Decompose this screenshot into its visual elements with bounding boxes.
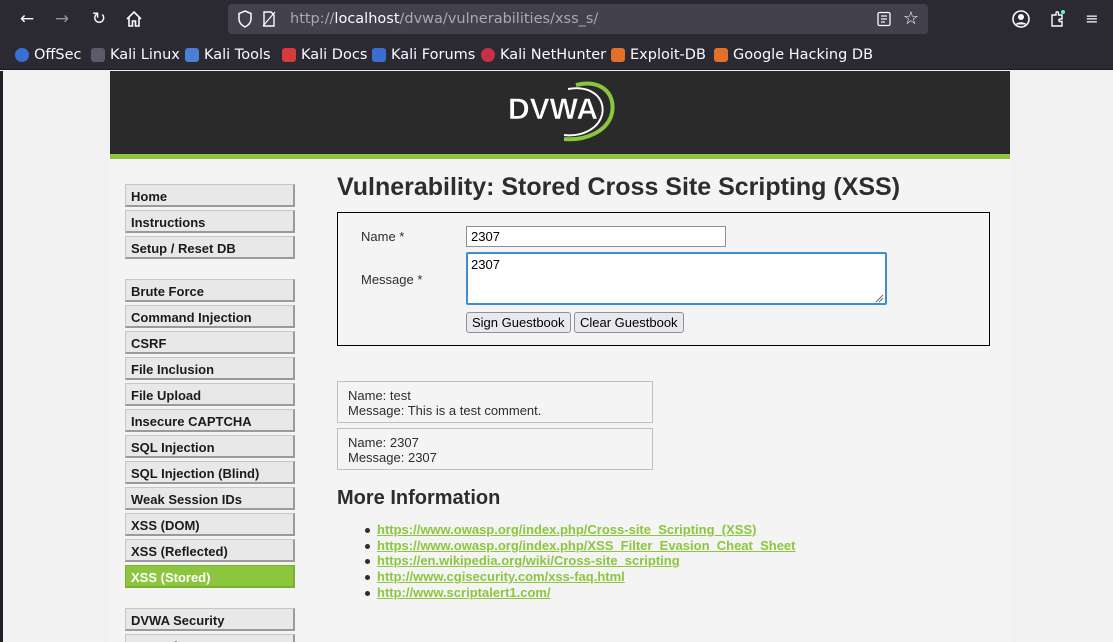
guestbook-entry: Name: test Message: This is a test comme… [337, 381, 653, 423]
message-label: Message * [361, 272, 423, 287]
list-item: https://www.owasp.org/index.php/Cross-si… [351, 522, 796, 538]
menu-item-csrf[interactable]: CSRF [125, 331, 295, 354]
entry-name: Name: 2307 [348, 435, 419, 450]
bookmark-label: OffSec [34, 47, 82, 63]
name-label: Name * [361, 229, 405, 244]
guestbook-form: Name * Message * 2307 Sign Guestbook Cle… [337, 212, 990, 346]
menu-item-dvwa-security[interactable]: DVWA Security [125, 608, 295, 631]
exploit-db-icon [611, 48, 625, 62]
back-arrow-icon[interactable]: ← [16, 8, 38, 30]
wikipedia-xss-link[interactable]: https://en.wikipedia.org/wiki/Cross-site… [377, 553, 680, 568]
offsec-icon [15, 48, 29, 62]
owasp-xss-link[interactable]: https://www.owasp.org/index.php/Cross-si… [377, 522, 756, 537]
more-info-links: https://www.owasp.org/index.php/Cross-si… [351, 522, 796, 601]
page-title: Vulnerability: Stored Cross Site Scripti… [337, 173, 901, 201]
bookmark-label: Kali Linux [110, 47, 180, 63]
dvwa-container: DVWA Home Instructions Setup / Reset DB … [110, 71, 1010, 642]
resize-grip-icon[interactable] [874, 293, 884, 303]
bookmark-label: Google Hacking DB [733, 47, 874, 63]
menu-item-sql-injection[interactable]: SQL Injection [125, 435, 295, 458]
menu-item-instructions[interactable]: Instructions [125, 210, 295, 233]
kali-tools-icon [185, 48, 199, 62]
shield-icon[interactable] [236, 9, 254, 29]
browser-toolbar: ← → ↻ http://localhost/dvwa/vulnerabilit… [0, 0, 1113, 39]
kali-docs-icon [282, 48, 296, 62]
entry-message: Message: 2307 [348, 450, 437, 465]
list-item: https://en.wikipedia.org/wiki/Cross-site… [351, 553, 796, 569]
url-bar[interactable]: http://localhost/dvwa/vulnerabilities/xs… [228, 4, 928, 34]
url-host: localhost [334, 11, 400, 27]
bookmark-label: Kali Tools [204, 47, 271, 63]
nethunter-icon [481, 48, 495, 62]
bookmark-label: Exploit-DB [630, 47, 706, 63]
sign-guestbook-button[interactable]: Sign Guestbook [466, 312, 571, 333]
menu-item-insecure-captcha[interactable]: Insecure CAPTCHA [125, 409, 295, 432]
entry-message: Message: This is a test comment. [348, 403, 542, 418]
guestbook-entry: Name: 2307 Message: 2307 [337, 428, 653, 470]
menu-item-home[interactable]: Home [125, 184, 295, 207]
bookmark-star-icon[interactable]: ☆ [903, 8, 919, 29]
ghdb-icon [714, 48, 728, 62]
list-item: http://www.scriptalert1.com/ [351, 585, 796, 601]
logo-text: DVWA [508, 93, 598, 126]
page-info-icon[interactable] [262, 11, 276, 27]
bookmark-kali-linux[interactable]: Kali Linux [91, 46, 180, 64]
dvwa-header: DVWA [110, 71, 1010, 154]
account-icon[interactable] [1011, 9, 1031, 29]
menu-item-xss-stored[interactable]: XSS (Stored) [125, 565, 295, 588]
message-textarea[interactable]: 2307 [466, 252, 887, 305]
menu-item-xss-dom[interactable]: XSS (DOM) [125, 513, 295, 536]
extensions-icon[interactable] [1047, 9, 1067, 29]
header-accent-bar [110, 154, 1010, 159]
cgisecurity-link[interactable]: http://www.cgisecurity.com/xss-faq.html [377, 569, 625, 584]
menu-item-sql-injection-blind[interactable]: SQL Injection (Blind) [125, 461, 295, 484]
menu-item-weak-session-ids[interactable]: Weak Session IDs [125, 487, 295, 510]
bookmark-kali-docs[interactable]: Kali Docs [282, 46, 367, 64]
owasp-filter-evasion-link[interactable]: https://www.owasp.org/index.php/XSS_Filt… [377, 538, 796, 553]
reader-view-icon[interactable] [876, 11, 892, 27]
home-icon[interactable] [123, 8, 145, 30]
menu-item-php-info[interactable]: PHP Info [125, 634, 295, 642]
bookmarks-toolbar: OffSec Kali Linux Kali Tools Kali Docs K… [0, 39, 1113, 70]
dvwa-logo: DVWA [508, 81, 615, 142]
menu-hamburger-icon[interactable]: ≡ [1082, 9, 1102, 29]
menu-item-brute-force[interactable]: Brute Force [125, 279, 295, 302]
bookmark-kali-nethunter[interactable]: Kali NetHunter [481, 46, 606, 64]
list-item: https://www.owasp.org/index.php/XSS_Filt… [351, 538, 796, 554]
page-viewport: DVWA Home Instructions Setup / Reset DB … [0, 71, 1113, 642]
menu-item-file-inclusion[interactable]: File Inclusion [125, 357, 295, 380]
url-path: /dvwa/vulnerabilities/xss_s/ [399, 11, 599, 27]
scriptalert1-link[interactable]: http://www.scriptalert1.com/ [377, 585, 551, 600]
more-information-heading: More Information [337, 487, 501, 509]
clear-guestbook-button[interactable]: Clear Guestbook [574, 312, 684, 333]
name-input[interactable] [466, 226, 726, 247]
url-prefix: http:// [290, 11, 335, 27]
menu-item-file-upload[interactable]: File Upload [125, 383, 295, 406]
bookmark-label: Kali Forums [391, 47, 476, 63]
bookmark-kali-forums[interactable]: Kali Forums [372, 46, 475, 64]
menu-item-setup[interactable]: Setup / Reset DB [125, 236, 295, 259]
bookmark-label: Kali NetHunter [500, 47, 607, 63]
kali-dragon-icon [91, 48, 105, 62]
list-item: http://www.cgisecurity.com/xss-faq.html [351, 569, 796, 585]
menu-item-xss-reflected[interactable]: XSS (Reflected) [125, 539, 295, 562]
entry-name: Name: test [348, 388, 411, 403]
url-text[interactable]: http://localhost/dvwa/vulnerabilities/xs… [290, 11, 598, 27]
menu-item-command-injection[interactable]: Command Injection [125, 305, 295, 328]
bookmark-label: Kali Docs [301, 47, 368, 63]
reload-icon[interactable]: ↻ [88, 8, 110, 30]
forward-arrow-icon[interactable]: → [51, 8, 73, 30]
bookmark-offsec[interactable]: OffSec [15, 46, 82, 64]
bookmark-google-hacking-db[interactable]: Google Hacking DB [714, 46, 873, 64]
kali-forums-icon [372, 48, 386, 62]
bookmark-exploit-db[interactable]: Exploit-DB [611, 46, 706, 64]
window-edge [0, 71, 3, 642]
bookmark-kali-tools[interactable]: Kali Tools [185, 46, 271, 64]
